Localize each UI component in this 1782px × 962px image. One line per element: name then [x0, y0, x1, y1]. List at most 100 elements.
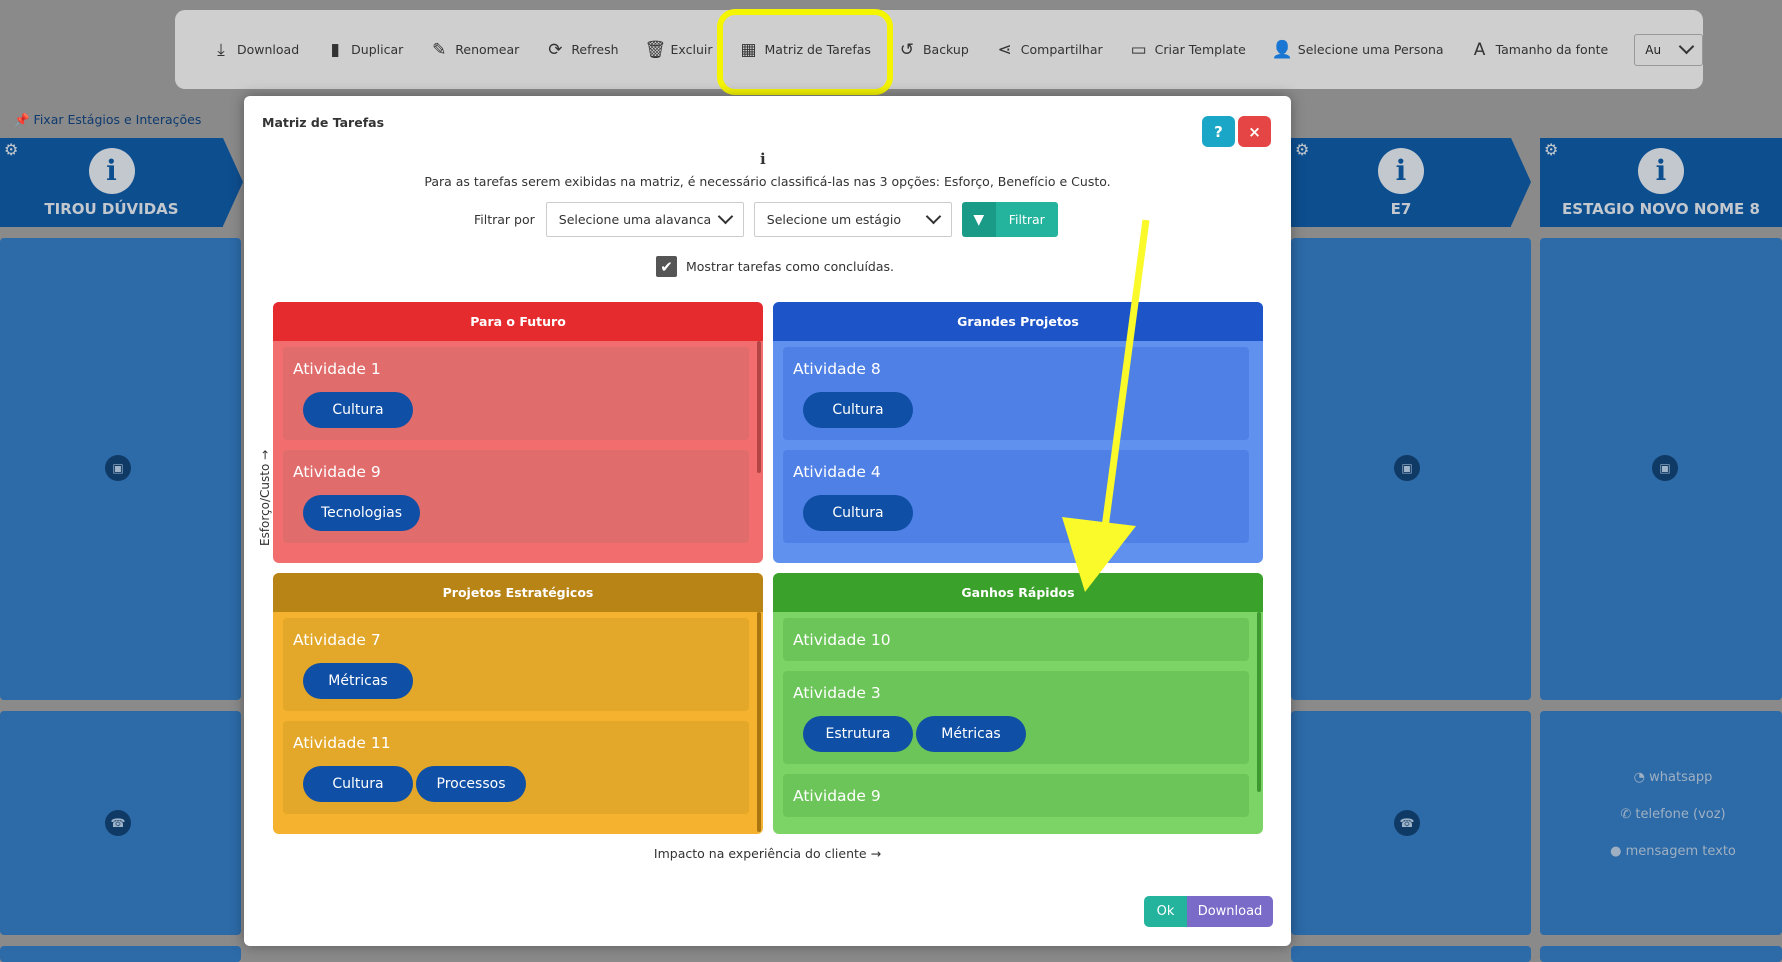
- task-card[interactable]: Atividade 1 Cultura: [283, 347, 749, 440]
- contact-phone: ✆ telefone (voz): [1620, 807, 1726, 822]
- toolbar-create-template[interactable]: ▭ Criar Template: [1129, 40, 1246, 60]
- image-icon[interactable]: ▣: [105, 455, 131, 481]
- gear-icon[interactable]: ⚙: [1544, 140, 1558, 159]
- phone-icon[interactable]: ☎: [1394, 810, 1420, 836]
- toolbar-select-persona[interactable]: 👤 Selecione uma Persona: [1272, 40, 1444, 60]
- stage-cell: [0, 946, 241, 962]
- lever-select[interactable]: Selecione uma alavanca: [545, 202, 744, 237]
- task-title: Atividade 11: [293, 734, 391, 752]
- contact-whatsapp: ◔ whatsapp: [1633, 770, 1713, 785]
- task-title: Atividade 9: [293, 463, 381, 481]
- info-text: Para as tarefas serem exibidas na matriz…: [424, 174, 1111, 189]
- chevron-down-icon: [717, 208, 734, 225]
- task-tag[interactable]: Cultura: [303, 392, 413, 428]
- stage-header-left[interactable]: ⚙ i TIROU DÚVIDAS: [0, 138, 223, 227]
- download-button[interactable]: Download: [1187, 896, 1273, 927]
- template-icon: ▭: [1130, 39, 1147, 60]
- toolbar-refresh[interactable]: ⟳ Refresh: [545, 40, 618, 60]
- task-card[interactable]: Atividade 9: [783, 774, 1249, 817]
- quadrant-grandes-projetos: Grandes Projetos Atividade 8 Cultura Ati…: [773, 302, 1263, 563]
- close-button[interactable]: ×: [1238, 116, 1271, 147]
- task-tag[interactable]: Cultura: [303, 766, 413, 802]
- image-icon[interactable]: ▣: [1394, 455, 1420, 481]
- quadrant-task-list: Atividade 8 Cultura Atividade 4 Cultura: [783, 347, 1249, 563]
- modal-title: Matriz de Tarefas: [262, 115, 385, 130]
- contact-text-message: ● mensagem texto: [1610, 844, 1736, 859]
- task-card[interactable]: Atividade 8 Cultura: [783, 347, 1249, 440]
- stage-select[interactable]: Selecione um estágio: [753, 202, 952, 237]
- chevron-down-icon: [1678, 38, 1695, 55]
- share-icon: ⋖: [997, 39, 1012, 60]
- task-tag[interactable]: Tecnologias: [303, 495, 421, 531]
- stage-header-last[interactable]: ⚙ i ESTAGIO NOVO NOME 8: [1540, 138, 1782, 227]
- task-card[interactable]: Atividade 11 Cultura Processos: [283, 721, 749, 814]
- scrollbar[interactable]: [1257, 612, 1261, 792]
- task-tag[interactable]: Processos: [416, 766, 526, 802]
- backup-icon: ↺: [899, 39, 915, 60]
- task-title: Atividade 8: [793, 360, 881, 378]
- toolbar-share[interactable]: ⋖ Compartilhar: [995, 40, 1103, 60]
- quadrant-title: Para o Futuro: [273, 302, 763, 341]
- show-completed-checkbox[interactable]: ✔: [656, 256, 677, 277]
- trash-icon: 🗑: [644, 39, 667, 60]
- quadrant-task-list: Atividade 1 Cultura Atividade 9 Tecnolog…: [283, 347, 749, 563]
- task-card[interactable]: Atividade 9 Tecnologias: [283, 450, 749, 543]
- highlight-annotation: [717, 9, 893, 95]
- help-button[interactable]: ?: [1202, 116, 1235, 147]
- file-icon: ▮: [330, 39, 340, 60]
- chevron-down-icon: [925, 208, 942, 225]
- quadrant-task-list: Atividade 10 Atividade 3 Estrutura Métri…: [783, 618, 1249, 834]
- filter-icon: ▼: [961, 202, 996, 237]
- toolbar-font-size[interactable]: A Tamanho da fonte: [1470, 40, 1609, 60]
- task-card[interactable]: Atividade 7 Métricas: [283, 618, 749, 711]
- refresh-icon: ⟳: [548, 39, 563, 60]
- filter-row: Filtrar por Selecione uma alavanca Selec…: [474, 202, 1058, 237]
- stage-arrow: [223, 138, 243, 226]
- edit-icon: ✎: [432, 39, 447, 60]
- show-completed-row[interactable]: ✔ Mostrar tarefas como concluídas.: [656, 256, 894, 277]
- contact-channel-list: ◔ whatsapp ✆ telefone (voz) ● mensagem t…: [1543, 770, 1782, 881]
- task-title: Atividade 7: [293, 631, 381, 649]
- task-tag[interactable]: Cultura: [803, 495, 913, 531]
- x-axis-label: Impacto na experiência do cliente →: [653, 846, 882, 861]
- quadrant-projetos-estrategicos: Projetos Estratégicos Atividade 7 Métric…: [273, 573, 763, 834]
- image-icon[interactable]: ▣: [1652, 455, 1678, 481]
- font-size-select[interactable]: Au: [1634, 33, 1703, 66]
- task-card[interactable]: Atividade 3 Estrutura Métricas: [783, 671, 1249, 764]
- phone-icon[interactable]: ☎: [105, 810, 131, 836]
- toolbar-delete[interactable]: 🗑 Excluir: [645, 40, 713, 60]
- stage-cell: [1540, 946, 1782, 962]
- task-tag[interactable]: Métricas: [916, 716, 1026, 752]
- task-tag[interactable]: Estrutura: [803, 716, 913, 752]
- quadrant-title: Projetos Estratégicos: [273, 573, 763, 612]
- gear-icon[interactable]: ⚙: [4, 140, 18, 159]
- task-tag[interactable]: Métricas: [303, 663, 413, 699]
- toolbar-download[interactable]: ⤓ Download: [211, 40, 299, 60]
- task-title: Atividade 9: [793, 787, 881, 805]
- quadrant-title: Grandes Projetos: [773, 302, 1263, 341]
- task-card[interactable]: Atividade 4 Cultura: [783, 450, 1249, 543]
- scrollbar[interactable]: [757, 612, 761, 832]
- task-card[interactable]: Atividade 10: [783, 618, 1249, 661]
- download-icon: ⤓: [217, 39, 225, 60]
- toolbar-duplicate[interactable]: ▮ Duplicar: [325, 40, 403, 60]
- quadrant-para-o-futuro: Para o Futuro Atividade 1 Cultura Ativid…: [273, 302, 763, 563]
- info-icon: i: [1378, 147, 1424, 194]
- stage-header-e7[interactable]: ⚙ i E7: [1291, 138, 1511, 227]
- toolbar-backup[interactable]: ↺ Backup: [897, 40, 969, 60]
- gear-icon[interactable]: ⚙: [1295, 140, 1309, 159]
- task-title: Atividade 10: [793, 631, 891, 649]
- user-plus-icon: 👤: [1271, 39, 1293, 60]
- scrollbar[interactable]: [757, 341, 761, 473]
- stage-cell: [1291, 946, 1531, 962]
- filter-button[interactable]: ▼ Filtrar: [961, 202, 1058, 237]
- task-matrix-modal: Matriz de Tarefas ? × i Para as tarefas …: [244, 96, 1291, 946]
- toolbar-rename[interactable]: ✎ Renomear: [429, 40, 519, 60]
- task-tag[interactable]: Cultura: [803, 392, 913, 428]
- info-icon: i: [760, 150, 766, 168]
- y-axis-label: Esforço/Custo →: [258, 449, 272, 546]
- ok-button[interactable]: Ok: [1144, 896, 1187, 927]
- task-title: Atividade 1: [293, 360, 381, 378]
- quadrant-title: Ganhos Rápidos: [773, 573, 1263, 612]
- pin-stages-link[interactable]: 📌 Fixar Estágios e Interações: [14, 112, 201, 128]
